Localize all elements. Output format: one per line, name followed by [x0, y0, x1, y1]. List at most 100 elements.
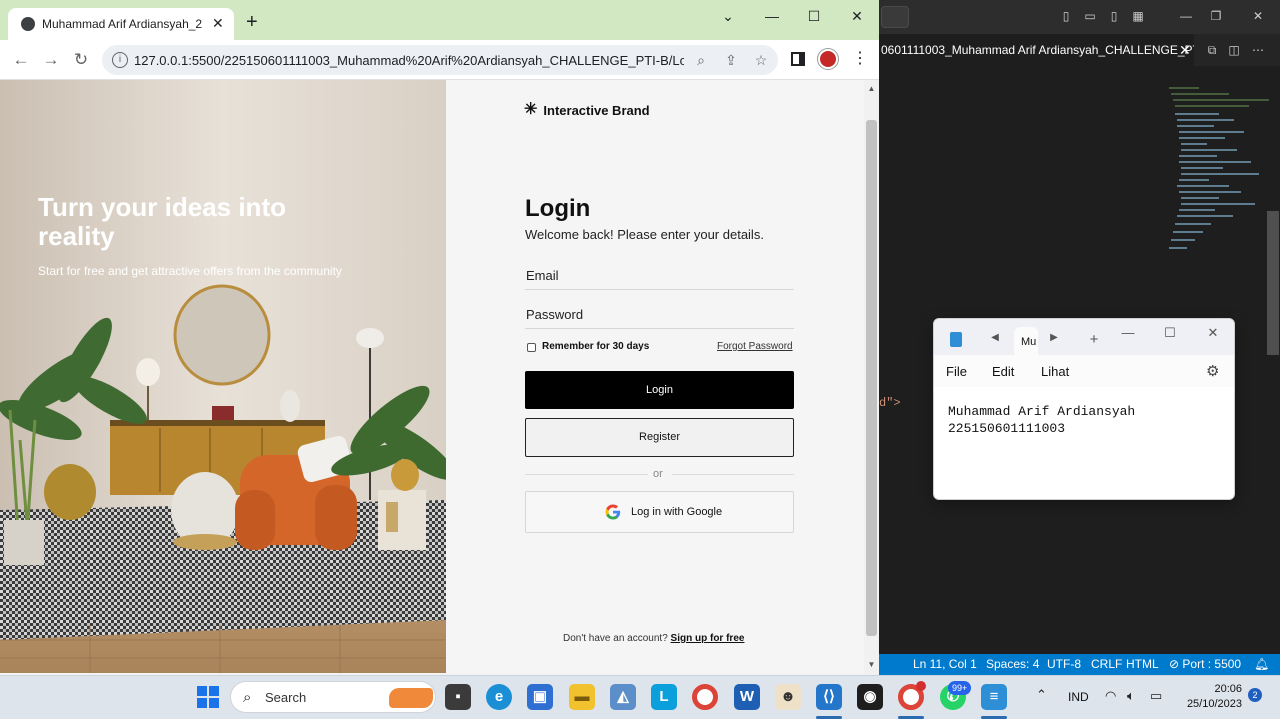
volume-icon[interactable]: 🔈︎: [1127, 688, 1135, 704]
zoom-icon[interactable]: ⌕: [692, 51, 710, 69]
open-preview-icon[interactable]: ⧉: [1205, 43, 1219, 57]
windows-start-icon[interactable]: [197, 686, 219, 708]
notepad-new-tab-icon[interactable]: +: [1085, 331, 1103, 348]
chrome-menu-icon[interactable]: ⋮: [852, 48, 868, 70]
chrome-tab-strip: Muhammad Arif Ardiansyah_225 ✕ + ⌄ — ☐ ✕: [0, 0, 879, 40]
tab-scroll-left-icon[interactable]: ◀: [986, 332, 1004, 343]
split-editor-icon[interactable]: ◫: [1227, 43, 1241, 57]
remember-checkbox[interactable]: [527, 343, 536, 352]
word-icon[interactable]: W: [734, 684, 760, 710]
customize-layout-icon[interactable]: ▦: [1131, 9, 1145, 23]
vscode-tab-close-icon[interactable]: ✕: [1179, 42, 1191, 58]
notepad-taskbar-icon[interactable]: ≡: [981, 684, 1007, 710]
side-panel-icon[interactable]: [791, 52, 805, 66]
game-app-icon[interactable]: ☻: [775, 684, 801, 710]
scroll-up-icon[interactable]: ▲: [867, 84, 876, 93]
wifi-icon[interactable]: ◠: [1105, 688, 1116, 704]
status-indentation[interactable]: Spaces: 4: [986, 654, 1039, 675]
toggle-sidebar-icon[interactable]: ▯: [1059, 9, 1073, 23]
taskbar-clock[interactable]: 20:06 25/10/2023: [1180, 682, 1242, 712]
vscode-scrollbar[interactable]: [1267, 211, 1279, 355]
vscode-restore-icon[interactable]: ❐: [1209, 9, 1223, 23]
task-view-icon[interactable]: ▪: [445, 684, 471, 710]
forward-arrow-icon[interactable]: →: [41, 50, 61, 70]
vscode-editor-tab[interactable]: 0601111003_Muhammad Arif Ardiansyah_CHAL…: [879, 34, 1194, 66]
page-viewport: Turn your ideas into reality Start for f…: [0, 80, 864, 673]
vscode-minimize-icon[interactable]: —: [1179, 9, 1193, 23]
notepad-maximize-icon[interactable]: ☐: [1161, 325, 1179, 341]
gear-icon[interactable]: ⚙: [1206, 362, 1219, 380]
notepad-app-icon: [950, 332, 962, 347]
tray-chevron-up-icon[interactable]: ⌃: [1036, 687, 1047, 703]
divider-right: [672, 474, 794, 475]
notepad-minimize-icon[interactable]: —: [1119, 325, 1137, 340]
toggle-panel-icon[interactable]: ▭: [1083, 9, 1097, 23]
vscode-minimap[interactable]: [1159, 84, 1279, 264]
l-app-icon[interactable]: L: [651, 684, 677, 710]
toggle-secondary-sidebar-icon[interactable]: ▯: [1107, 9, 1121, 23]
tab-search-icon[interactable]: ⌄: [718, 6, 738, 26]
divider-or-text: or: [653, 468, 663, 480]
forgot-password-link[interactable]: Forgot Password: [717, 341, 793, 352]
vscode-icon[interactable]: ⟨⟩: [816, 684, 842, 710]
email-field[interactable]: Email: [525, 260, 794, 290]
tab-close-icon[interactable]: ✕: [212, 15, 224, 32]
notepad-close-icon[interactable]: ✕: [1204, 325, 1222, 341]
login-button[interactable]: Login: [525, 371, 794, 409]
editor-more-icon[interactable]: ⋯: [1251, 43, 1265, 57]
notepad-text-area[interactable]: Muhammad Arif Ardiansyah 225150601111003: [948, 403, 1135, 437]
notepad-menubar: File Edit Lihat ⚙: [934, 355, 1234, 387]
site-info-icon[interactable]: i: [112, 52, 128, 68]
bookmark-star-icon[interactable]: ☆: [752, 51, 770, 69]
status-cursor-position[interactable]: Ln 11, Col 1: [913, 654, 977, 675]
minimize-icon[interactable]: —: [762, 6, 782, 26]
page-scroll-thumb[interactable]: [866, 120, 877, 636]
status-eol[interactable]: CRLF: [1091, 654, 1122, 675]
page-scrollbar[interactable]: ▲ ▼: [864, 80, 879, 675]
chrome-notification-dot: [916, 681, 926, 691]
back-arrow-icon[interactable]: ←: [11, 50, 31, 70]
signup-prompt: Don't have an account?: [563, 633, 668, 644]
close-window-icon[interactable]: ✕: [847, 6, 867, 26]
password-field[interactable]: Password: [525, 299, 794, 329]
maximize-icon[interactable]: ☐: [804, 6, 824, 26]
taskbar-search[interactable]: ⌕ Search: [230, 681, 436, 713]
vscode-command-center[interactable]: [881, 6, 909, 28]
menu-file[interactable]: File: [946, 364, 967, 379]
language-indicator[interactable]: IND: [1068, 690, 1089, 704]
search-highlight-image: [389, 688, 433, 708]
url-text[interactable]: 127.0.0.1:5500/225150601111003_Muhammad%…: [134, 53, 684, 68]
tab-scroll-right-icon[interactable]: ▶: [1045, 332, 1063, 343]
signup-link[interactable]: Sign up for free: [671, 633, 745, 644]
status-language[interactable]: HTML: [1126, 654, 1159, 675]
profile-avatar[interactable]: [818, 49, 838, 69]
remember-label[interactable]: Remember for 30 days: [542, 341, 649, 352]
notification-count-badge[interactable]: 2: [1248, 688, 1262, 702]
store-icon[interactable]: ▣: [527, 684, 553, 710]
photos-icon[interactable]: ◭: [610, 684, 636, 710]
notepad-tab[interactable]: Mu: [1014, 327, 1038, 355]
browser-tab[interactable]: Muhammad Arif Ardiansyah_225 ✕: [8, 8, 234, 40]
vscode-close-icon[interactable]: ✕: [1251, 9, 1265, 23]
brand-logo[interactable]: ✳ Interactive Brand: [524, 101, 650, 119]
status-encoding[interactable]: UTF-8: [1047, 654, 1081, 675]
new-tab-button[interactable]: +: [246, 12, 258, 32]
file-explorer-icon[interactable]: ▬: [569, 684, 595, 710]
status-live-server-port[interactable]: ⊘ Port : 5500: [1169, 654, 1241, 675]
google-login-button[interactable]: Log in with Google: [525, 491, 794, 533]
address-bar[interactable]: i 127.0.0.1:5500/225150601111003_Muhamma…: [102, 45, 778, 75]
register-button[interactable]: Register: [525, 418, 794, 457]
reload-icon[interactable]: ↻: [71, 50, 91, 70]
edge-icon[interactable]: e: [486, 684, 512, 710]
battery-icon[interactable]: ▭: [1150, 688, 1162, 704]
scroll-down-icon[interactable]: ▼: [867, 660, 876, 669]
figma-icon[interactable]: ◉: [857, 684, 883, 710]
menu-view[interactable]: Lihat: [1041, 364, 1069, 379]
notifications-bell-icon[interactable]: 🔔︎: [1254, 654, 1269, 675]
chrome-icon[interactable]: [692, 684, 718, 710]
hero-subtext: Start for free and get attractive offers…: [38, 264, 342, 278]
vscode-code-fragment: d">: [879, 396, 901, 410]
share-icon[interactable]: ⇪: [722, 51, 740, 69]
menu-edit[interactable]: Edit: [992, 364, 1014, 379]
password-placeholder: Password: [526, 307, 584, 322]
